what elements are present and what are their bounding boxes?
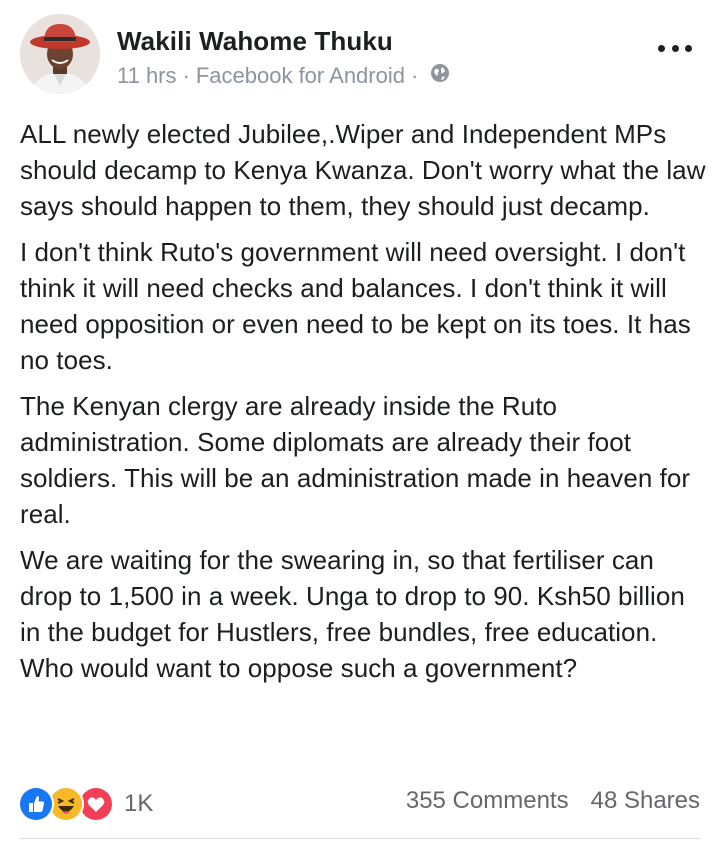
- reactions-summary[interactable]: 1K: [18, 786, 153, 822]
- more-dot: [685, 44, 692, 52]
- post-time[interactable]: 11 hrs: [117, 63, 177, 89]
- post-paragraph: I don't think Ruto's government will nee…: [20, 237, 691, 375]
- comments-count[interactable]: 355 Comments: [406, 787, 569, 815]
- author-name[interactable]: Wakili Wahome Thuku: [117, 26, 393, 57]
- post-source: Facebook for Android: [195, 62, 405, 88]
- author-avatar[interactable]: [20, 14, 100, 94]
- like-icon: [18, 786, 54, 822]
- post-meta: 11 hrs · Facebook for Android ·: [117, 62, 450, 89]
- more-dot: [658, 44, 665, 52]
- meta-separator: ·: [410, 62, 419, 88]
- more-dot: [671, 44, 679, 52]
- divider: [20, 838, 700, 839]
- engagement-counts: 355 Comments 48 Shares: [406, 787, 700, 815]
- post-paragraph: ALL newly elected Jubilee,.Wiper and Ind…: [20, 119, 706, 221]
- shares-count[interactable]: 48 Shares: [591, 787, 700, 815]
- meta-separator: ·: [182, 62, 190, 88]
- facebook-post: Wakili Wahome Thuku 11 hrs · Facebook fo…: [0, 0, 720, 846]
- reaction-count: 1K: [124, 790, 154, 817]
- post-paragraph: The Kenyan clergy are already inside the…: [20, 391, 691, 529]
- post-paragraph: We are waiting for the swearing in, so t…: [20, 545, 685, 683]
- post-body: ALL newly elected Jubilee,.Wiper and Ind…: [20, 116, 710, 696]
- more-options-icon[interactable]: [658, 40, 692, 56]
- globe-icon[interactable]: [424, 62, 450, 89]
